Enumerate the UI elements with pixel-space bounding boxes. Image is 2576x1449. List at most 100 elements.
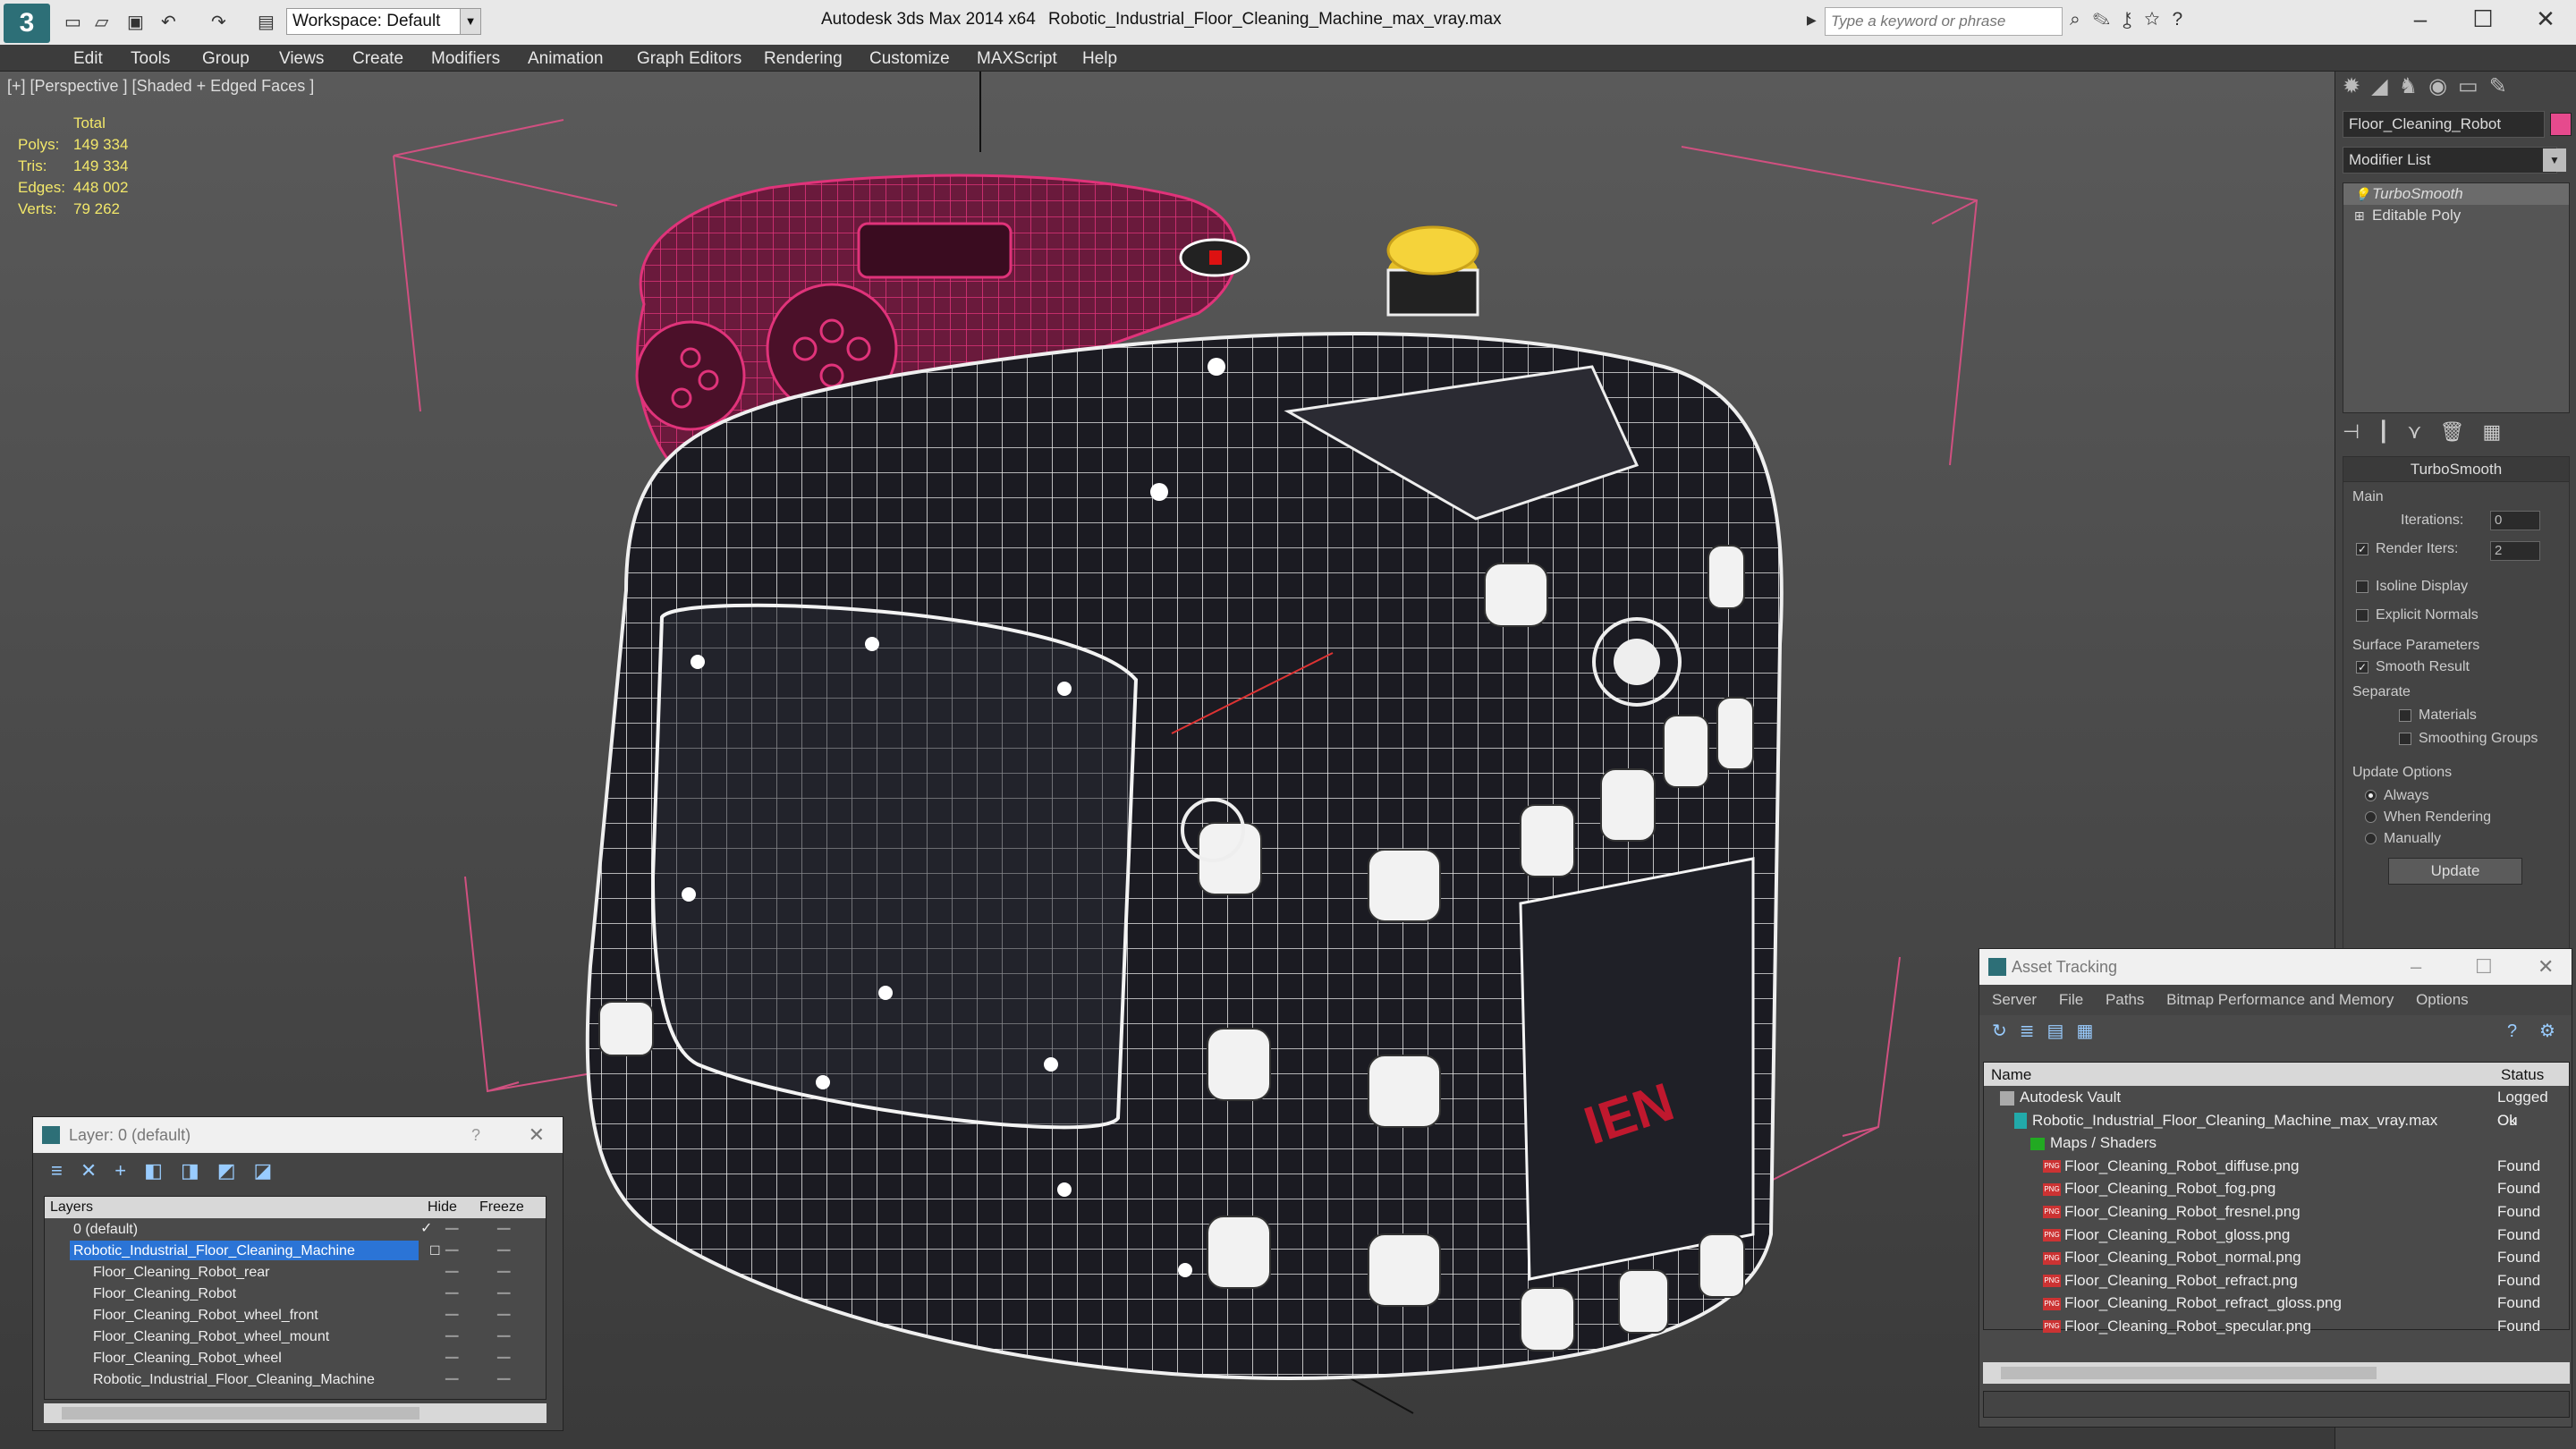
list-view-icon[interactable]: ≣ <box>2020 1021 2047 1041</box>
menu-item-paths[interactable]: Paths <box>2106 991 2144 1008</box>
layer-row[interactable]: Floor_Cleaning_Robot_wheel ━━ ━━ <box>45 1347 546 1368</box>
close-icon[interactable]: ✕ <box>2538 949 2554 985</box>
remove-modifier-icon[interactable]: 🗑 <box>2440 420 2483 443</box>
hide-all-icon[interactable]: ◩ <box>217 1159 254 1182</box>
render-iters-checkbox[interactable]: ✓ <box>2356 542 2368 555</box>
asset-row[interactable]: PNG Floor_Cleaning_Robot_refract_gloss.pn… <box>1984 1292 2569 1315</box>
asset-row[interactable]: PNG Floor_Cleaning_Robot_normal.png Found <box>1984 1246 2569 1269</box>
menu-item-modifiers[interactable]: Modifiers <box>431 49 500 69</box>
show-end-result-icon[interactable]: ┃ <box>2377 420 2407 443</box>
select-objects-icon[interactable]: ◧ <box>144 1159 181 1182</box>
scrollbar-thumb[interactable] <box>2001 1367 2377 1379</box>
maximize-icon[interactable]: ☐ <box>2475 949 2493 985</box>
play-icon[interactable]: ▶ <box>1807 13 1817 28</box>
menu-item-maxscript[interactable]: MAXScript <box>977 49 1057 69</box>
isoline-checkbox[interactable] <box>2356 580 2368 593</box>
help-icon[interactable]: ? <box>2507 1015 2529 1047</box>
object-color-swatch[interactable] <box>2550 113 2572 136</box>
add-selection-icon[interactable]: + <box>114 1159 144 1182</box>
layer-row[interactable]: Floor_Cleaning_Robot_rear ━━ ━━ <box>45 1261 546 1283</box>
asset-window-titlebar[interactable]: Asset Tracking – ☐ ✕ <box>1979 949 2572 985</box>
new-layer-icon[interactable]: ≡ <box>51 1159 80 1182</box>
pin-stack-icon[interactable]: ⊣ <box>2343 420 2377 443</box>
expand-icon[interactable]: ⊞ <box>2354 205 2365 226</box>
asset-row[interactable]: PNG Floor_Cleaning_Robot_fresnel.png Found <box>1984 1200 2569 1224</box>
lightbulb-icon[interactable]: 💡 <box>2354 183 2369 205</box>
menu-item-server[interactable]: Server <box>1992 991 2037 1008</box>
open-file-icon[interactable]: ▱ <box>95 11 108 33</box>
stack-item-turbosmooth[interactable]: 💡 TurboSmooth <box>2343 183 2569 205</box>
name-column-header[interactable]: Name <box>1991 1066 2031 1084</box>
close-icon[interactable]: ✕ <box>529 1117 545 1153</box>
menu-item-animation[interactable]: Animation <box>528 49 604 69</box>
menu-item-views[interactable]: Views <box>279 49 324 69</box>
close-icon[interactable]: ✕ <box>2528 5 2563 33</box>
asset-row[interactable]: PNG Floor_Cleaning_Robot_diffuse.png Found <box>1984 1155 2569 1178</box>
viewport-label[interactable]: [+] [Perspective ] [Shaded + Edged Faces… <box>7 77 314 96</box>
asset-row[interactable]: Maps / Shaders <box>1984 1131 2569 1155</box>
scrollbar-thumb[interactable] <box>62 1407 419 1419</box>
help-icon[interactable]: ? <box>2172 9 2195 30</box>
when-rendering-radio[interactable] <box>2365 811 2377 824</box>
layer-window-titlebar[interactable]: Layer: 0 (default) ? ✕ <box>33 1117 563 1153</box>
star-icon[interactable]: ☆ <box>2144 9 2172 30</box>
object-name-field[interactable] <box>2343 111 2545 138</box>
render-iters-spinner[interactable]: 2 <box>2490 541 2540 561</box>
configure-sets-icon[interactable]: ▦ <box>2482 420 2519 443</box>
help-icon[interactable]: ? <box>471 1117 480 1153</box>
asset-row[interactable]: PNG Floor_Cleaning_Robot_refract.png Found <box>1984 1269 2569 1292</box>
minimize-icon[interactable]: – <box>2402 5 2438 33</box>
menu-item-create[interactable]: Create <box>352 49 403 69</box>
status-column-header[interactable]: Status <box>2501 1066 2544 1084</box>
layer-row[interactable]: 0 (default) ✓ ━━ ━━ <box>45 1218 546 1240</box>
menu-item-tools[interactable]: Tools <box>131 49 170 69</box>
menu-item-bitmap-performance[interactable]: Bitmap Performance and Memory <box>2166 991 2394 1008</box>
always-radio[interactable] <box>2365 790 2377 802</box>
layer-horizontal-scrollbar[interactable] <box>44 1403 547 1423</box>
tools-icon[interactable]: ✎ <box>2093 9 2123 30</box>
layer-row[interactable]: Robotic_Industrial_Floor_Cleaning_Machin… <box>45 1368 546 1390</box>
stack-item-editable-poly[interactable]: ⊞ Editable Poly <box>2343 205 2569 226</box>
undo-icon[interactable]: ↶ <box>161 11 176 33</box>
asset-row[interactable]: PNG Floor_Cleaning_Robot_gloss.png Found <box>1984 1224 2569 1247</box>
smoothing-groups-checkbox[interactable] <box>2399 732 2411 745</box>
thumbnail-view-icon[interactable]: ▤ <box>2047 1021 2077 1041</box>
chevron-down-icon[interactable]: ▼ <box>2543 148 2566 172</box>
search-input[interactable] <box>1826 8 2062 35</box>
rollout-title[interactable]: TurboSmooth <box>2343 457 2569 482</box>
refresh-icon[interactable]: ↻ <box>1992 1021 2020 1041</box>
layer-row[interactable]: Robotic_Industrial_Floor_Cleaning_Machin… <box>45 1240 546 1261</box>
new-file-icon[interactable]: ▭ <box>64 11 81 33</box>
layer-row[interactable]: Floor_Cleaning_Robot ━━ ━━ <box>45 1283 546 1304</box>
modify-tab-icon[interactable]: ◢ <box>2371 74 2398 98</box>
save-file-icon[interactable]: ▣ <box>127 11 144 33</box>
motion-tab-icon[interactable]: ◉ <box>2428 74 2458 98</box>
asset-row[interactable]: Autodesk Vault Logged Ou <box>1984 1086 2569 1129</box>
workspace-dropdown[interactable]: Workspace: Default <box>286 8 481 35</box>
settings-icon[interactable]: ⚙ <box>2539 1015 2568 1047</box>
make-unique-icon[interactable]: ⋎ <box>2407 420 2439 443</box>
project-folder-icon[interactable]: ▤ <box>258 11 275 33</box>
menu-item-graph-editors[interactable]: Graph Editors <box>637 49 741 69</box>
iterations-spinner[interactable]: 0 <box>2490 511 2540 530</box>
asset-row[interactable]: PNG Floor_Cleaning_Robot_specular.png Foun… <box>1984 1315 2569 1338</box>
menu-item-group[interactable]: Group <box>202 49 250 69</box>
menu-item-rendering[interactable]: Rendering <box>764 49 843 69</box>
app-logo-button[interactable]: 3 <box>4 4 50 43</box>
menu-item-options[interactable]: Options <box>2416 991 2469 1008</box>
create-tab-icon[interactable]: ✹ <box>2343 74 2371 98</box>
redo-icon[interactable]: ↷ <box>211 11 226 33</box>
hierarchy-tab-icon[interactable]: ♞ <box>2399 74 2429 98</box>
binoculars-icon[interactable]: ⌕ <box>2070 9 2093 30</box>
layer-row[interactable]: Floor_Cleaning_Robot_wheel_front ━━ ━━ <box>45 1304 546 1326</box>
smooth-result-checkbox[interactable]: ✓ <box>2356 660 2368 674</box>
hide-column-header[interactable]: Hide <box>428 1199 457 1216</box>
maximize-icon[interactable]: ☐ <box>2465 5 2501 33</box>
asset-row[interactable]: PNG Floor_Cleaning_Robot_fog.png Found <box>1984 1177 2569 1200</box>
layer-row[interactable]: Floor_Cleaning_Robot_wheel_mount ━━ ━━ <box>45 1326 546 1347</box>
table-view-icon[interactable]: ▦ <box>2076 1021 2106 1041</box>
freeze-column-header[interactable]: Freeze <box>479 1199 524 1216</box>
chevron-down-icon[interactable]: ▼ <box>460 8 481 35</box>
minimize-icon[interactable]: – <box>2411 949 2421 985</box>
layers-column-header[interactable]: Layers <box>50 1199 93 1216</box>
